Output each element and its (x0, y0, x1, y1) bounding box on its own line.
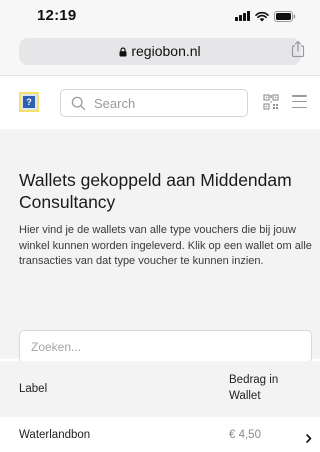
chevron-right-icon (306, 430, 312, 448)
wallet-table-header: Label Bedrag in Wallet (0, 361, 320, 417)
search-icon (71, 96, 86, 116)
wallet-search-input[interactable]: Zoeken... (19, 330, 312, 363)
table-row[interactable]: Waterlandbon € 4,50 (0, 417, 320, 452)
signal-icon (235, 11, 250, 21)
wallet-search-placeholder: Zoeken... (31, 340, 82, 354)
status-icons (235, 10, 296, 22)
battery-icon (274, 10, 296, 22)
site-search-input[interactable]: Search (60, 89, 248, 117)
status-bar: 12:19 (0, 0, 320, 32)
status-time: 12:19 (37, 7, 77, 24)
page-title: Wallets gekoppeld aan Middendam Consulta… (19, 170, 292, 212)
lock-icon (119, 44, 127, 60)
url-text: regiobon.nl (131, 43, 201, 59)
address-bar[interactable]: regiobon.nl (19, 38, 301, 65)
wifi-icon (255, 11, 269, 22)
browser-toolbar: regiobon.nl (0, 32, 320, 76)
site-header: ? Search (0, 77, 320, 129)
wallet-label: Waterlandbon (19, 429, 91, 441)
share-icon[interactable] (290, 40, 306, 58)
column-header-amount: Bedrag in Wallet (229, 374, 279, 402)
wallet-amount: € 4,50 (229, 429, 261, 441)
search-placeholder: Search (94, 96, 136, 111)
regiobon-logo[interactable]: ? (19, 92, 39, 112)
page-description: Hier vind je de wallets van alle type vo… (19, 224, 312, 267)
wallets-section: Wallets gekoppeld aan Middendam Consulta… (0, 129, 320, 363)
hamburger-menu-icon[interactable] (292, 95, 307, 108)
qr-code-icon[interactable] (263, 94, 279, 115)
column-header-label: Label (19, 383, 48, 395)
url-display: regiobon.nl (19, 43, 301, 60)
